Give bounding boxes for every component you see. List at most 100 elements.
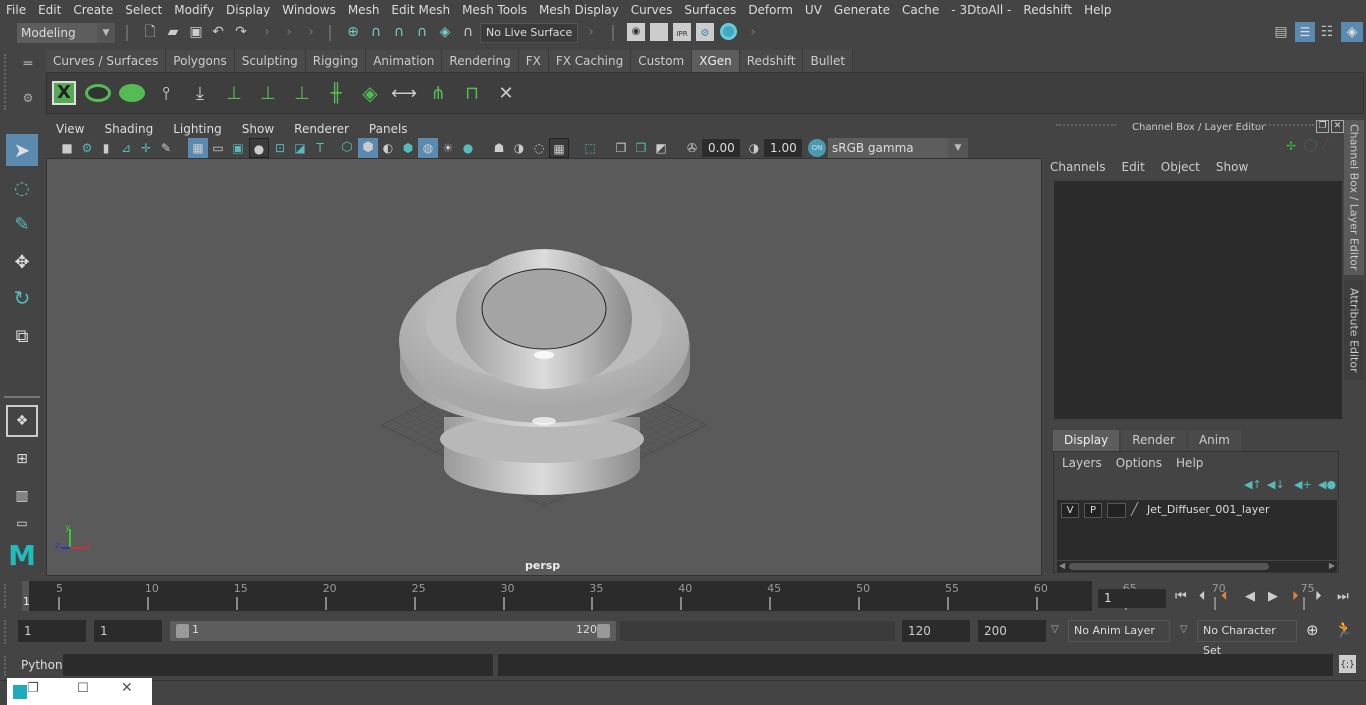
channel-menu-edit[interactable]: Edit <box>1122 160 1145 174</box>
snap-to-grid-icon[interactable]: ⊕ <box>343 22 363 42</box>
snap-to-curve-icon[interactable]: ∩ <box>366 22 386 42</box>
layer-color-swatch-icon[interactable]: ╱ <box>1131 502 1138 516</box>
collapse-arrow-icon[interactable]: › <box>284 22 294 42</box>
place-guides-icon[interactable]: ⤓ <box>185 78 215 108</box>
range-end-handle[interactable] <box>597 624 610 638</box>
wireframe-icon[interactable]: ⬡ <box>338 138 356 158</box>
snap-to-surface-icon[interactable]: ◈ <box>435 22 455 42</box>
depth-of-field-icon[interactable]: ▦ <box>549 138 569 158</box>
close-panel-icon[interactable]: ✕ <box>1331 120 1344 133</box>
scrollbar-thumb[interactable] <box>1069 563 1269 570</box>
menu-edit[interactable]: Edit <box>32 3 67 17</box>
layer-tab-render[interactable]: Render <box>1121 430 1186 451</box>
use-all-lights-icon[interactable]: ☀ <box>439 138 457 158</box>
guide-length-icon[interactable]: ⟷ <box>389 78 419 108</box>
viewport-menu-panels[interactable]: Panels <box>359 122 418 136</box>
smooth-shade-icon[interactable]: ⬢ <box>358 138 378 158</box>
modeling-toolkit-icon[interactable]: ▤ <box>1272 22 1290 42</box>
menu-edit-mesh[interactable]: Edit Mesh <box>385 3 456 17</box>
split-guides-icon[interactable]: ╫ <box>321 78 351 108</box>
float-panel-icon[interactable]: ❐ <box>1316 120 1329 133</box>
preview-visible-icon[interactable] <box>83 78 113 108</box>
menu-deform[interactable]: Deform <box>742 3 799 17</box>
preview-hide-icon[interactable] <box>117 78 147 108</box>
add-guide-icon[interactable]: ⊥ <box>219 78 249 108</box>
xgen-patch-icon[interactable]: ◈ <box>355 78 385 108</box>
channel-list[interactable] <box>1054 181 1342 419</box>
go-to-start-icon[interactable]: ⏮ <box>1175 589 1187 604</box>
snap-to-point-icon[interactable]: ∩ <box>389 22 409 42</box>
time-slider[interactable]: 1 51015202530354045505560657075808590951… <box>22 581 1315 611</box>
go-to-end-icon[interactable]: ⏭ <box>1337 589 1349 604</box>
drag-handle[interactable] <box>1254 124 1314 126</box>
layer-menu-options[interactable]: Options <box>1116 456 1162 470</box>
side-tab-channel-box[interactable]: Channel Box / Layer Editor <box>1344 120 1364 275</box>
render-settings-icon[interactable]: ⚙ <box>696 23 714 41</box>
command-input[interactable] <box>63 654 493 676</box>
range-start-handle[interactable] <box>176 624 189 638</box>
menu-uv[interactable]: UV <box>799 3 828 17</box>
color-management-toggle[interactable]: ON <box>808 139 826 157</box>
lock-guides-icon[interactable]: ⊥ <box>287 78 317 108</box>
collapse-arrow-icon[interactable]: › <box>306 22 316 42</box>
layer-tab-display[interactable]: Display <box>1053 430 1120 451</box>
menu-redshift[interactable]: Redshift <box>1017 3 1078 17</box>
shelf-tab-rigging[interactable]: Rigging <box>305 50 367 72</box>
default-material-icon[interactable]: ◐ <box>379 138 397 158</box>
anim-layer-dropdown[interactable]: No Anim Layer <box>1068 620 1170 642</box>
current-frame-field[interactable]: 1 <box>1098 589 1166 608</box>
field-chart-icon[interactable]: ⊡ <box>271 138 289 158</box>
save-scene-icon[interactable]: ▣ <box>186 22 206 42</box>
collapse-arrow-icon[interactable]: › <box>748 22 758 42</box>
gate-mask-icon[interactable]: ● <box>249 138 269 158</box>
side-tab-attribute-editor[interactable]: Attribute Editor <box>1344 280 1364 380</box>
layer-menu-help[interactable]: Help <box>1176 456 1203 470</box>
select-tool-icon[interactable]: ➤ <box>6 134 38 166</box>
live-surface-field[interactable]: No Live Surface <box>480 23 578 43</box>
textured-icon[interactable]: ◍ <box>418 138 438 158</box>
redo-icon[interactable]: ↷ <box>231 22 251 42</box>
maximize-window-icon[interactable]: ☐ <box>77 681 89 696</box>
guide-visibility-icon[interactable]: ⊥ <box>253 78 283 108</box>
scroll-left-icon[interactable]: ◀ <box>1059 561 1065 570</box>
move-tool-icon[interactable]: ✥ <box>6 246 38 278</box>
add-guides-icon[interactable]: ⫯ <box>151 78 181 108</box>
channel-menu-channels[interactable]: Channels <box>1050 160 1106 174</box>
layer-display-type-toggle[interactable] <box>1107 503 1126 518</box>
shelf-tab-animation[interactable]: Animation <box>366 50 443 72</box>
rotate-tool-icon[interactable]: ↻ <box>6 282 38 314</box>
gamma-field[interactable]: 1.00 <box>764 139 802 157</box>
menu-3dtoall[interactable]: - 3DtoAll - <box>945 3 1017 17</box>
film-gate-icon[interactable]: ▭ <box>209 138 227 158</box>
menu-modify[interactable]: Modify <box>168 3 220 17</box>
viewport-menu-shading[interactable]: Shading <box>94 122 163 136</box>
layer-tab-anim[interactable]: Anim <box>1187 430 1241 451</box>
viewport-menu-view[interactable]: View <box>46 122 94 136</box>
step-forward-key-icon[interactable]: ⏵ <box>1292 589 1299 604</box>
menu-select[interactable]: Select <box>119 3 168 17</box>
menu-windows[interactable]: Windows <box>276 3 342 17</box>
render-view-icon[interactable]: ◉ <box>627 23 645 41</box>
script-editor-icon[interactable]: {;} <box>1339 655 1356 673</box>
channel-menu-object[interactable]: Object <box>1161 160 1200 174</box>
exposure-field[interactable]: 0.00 <box>702 139 740 157</box>
anti-aliasing-icon[interactable]: ◌ <box>530 138 548 158</box>
render-current-frame-icon[interactable] <box>650 23 668 41</box>
scroll-right-icon[interactable]: ▶ <box>1329 561 1335 570</box>
character-set-dropdown-icon[interactable]: ▽ <box>1180 624 1188 635</box>
xgen-description-editor-icon[interactable]: X <box>49 78 79 108</box>
snap-live-icon[interactable]: ∩ <box>458 22 478 42</box>
bookmark-icon[interactable]: ▮ <box>98 138 114 158</box>
select-guides-icon[interactable]: ⋔ <box>423 78 453 108</box>
drag-handle[interactable] <box>1056 124 1116 126</box>
mode-dropdown[interactable]: Modeling ▼ <box>17 23 115 43</box>
start-time-field[interactable]: 1 <box>18 620 86 642</box>
attribute-editor-toggle-icon[interactable]: ☰ <box>1295 22 1315 42</box>
range-slider[interactable]: 1 120 <box>170 621 616 641</box>
2d-pan-zoom-icon[interactable]: ✛ <box>138 138 154 158</box>
playback-end-field[interactable]: 120 <box>902 620 970 642</box>
drag-handle[interactable] <box>4 620 6 644</box>
camera-attributes-icon[interactable]: ⚙ <box>78 138 96 158</box>
ipr-render-icon[interactable]: IPR <box>673 23 691 41</box>
tool-settings-icon[interactable]: ☷ <box>1318 22 1336 42</box>
